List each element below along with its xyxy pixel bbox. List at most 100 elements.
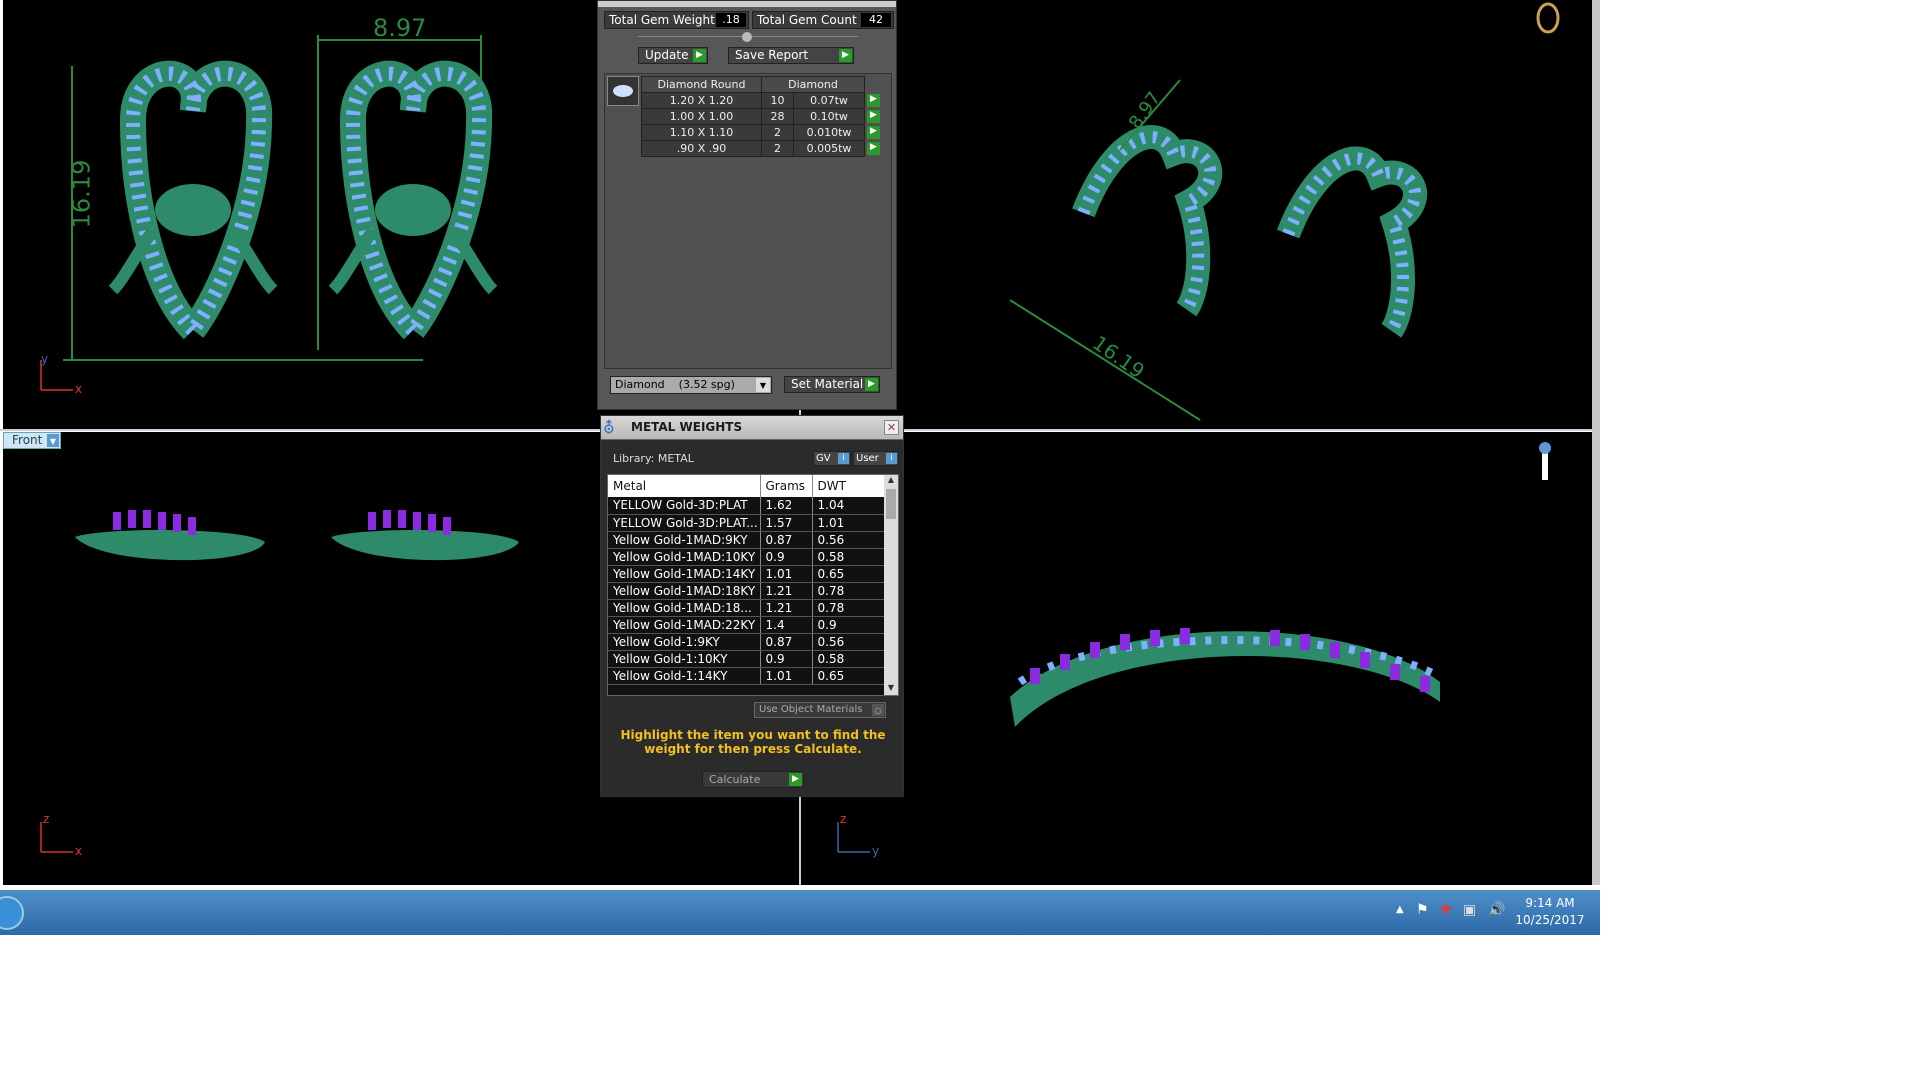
play-icon: ▶ bbox=[789, 773, 802, 786]
metal-dwt: 0.56 bbox=[812, 531, 885, 549]
save-report-label: Save Report bbox=[735, 48, 809, 62]
metal-name: Yellow Gold-1MAD:14KY bbox=[608, 565, 761, 583]
axis-x-label-front: x bbox=[75, 844, 83, 858]
metal-dwt: 0.65 bbox=[812, 667, 885, 685]
metal-list[interactable]: Metal Grams DWT YELLOW Gold-3D:PLAT 1.62 1.0… bbox=[607, 474, 899, 696]
metal-grams: 0.87 bbox=[760, 531, 813, 549]
col-metal[interactable]: Metal bbox=[608, 475, 761, 497]
table-row[interactable]: Yellow Gold-1MAD:9KY 0.87 0.56 bbox=[608, 531, 885, 549]
material-select[interactable]: Diamond (3.52 spg) ▼ bbox=[610, 376, 772, 394]
gem-weight: 0.010tw bbox=[793, 124, 865, 141]
toggle-icon: ○ bbox=[872, 704, 884, 716]
tray-expand-icon[interactable]: ▲ bbox=[1396, 904, 1404, 915]
total-gem-count-value: 42 bbox=[861, 13, 891, 27]
info-icon: i bbox=[838, 453, 849, 464]
axis-y-label: y bbox=[41, 352, 49, 366]
start-button[interactable] bbox=[0, 896, 24, 930]
metal-dwt: 0.9 bbox=[812, 616, 885, 634]
table-row[interactable]: Yellow Gold-1MAD:22KY 1.4 0.9 bbox=[608, 616, 885, 634]
earring-left bbox=[108, 60, 278, 340]
table-row[interactable]: Yellow Gold-1:9KY 0.87 0.56 bbox=[608, 633, 885, 651]
scroll-up-icon[interactable]: ▲ bbox=[884, 475, 898, 487]
gem-row[interactable]: .90 X .90 2 0.005tw bbox=[641, 140, 865, 157]
vertical-scrollbar[interactable]: ▲ ▼ bbox=[884, 475, 898, 695]
view-cube-icon[interactable] bbox=[1536, 2, 1560, 34]
view-selector-label: Front bbox=[12, 433, 43, 447]
table-row[interactable]: Yellow Gold-1MAD:18KY 1.21 0.78 bbox=[608, 582, 885, 600]
total-gem-weight-label: Total Gem Weight bbox=[609, 13, 715, 27]
metal-grams: 0.9 bbox=[760, 650, 813, 668]
table-row[interactable]: Yellow Gold-1:14KY 1.01 0.65 bbox=[608, 667, 885, 685]
use-object-materials-button[interactable]: Use Object Materials ○ bbox=[754, 702, 886, 718]
view-selector-front[interactable]: Front ▼ bbox=[3, 432, 61, 449]
scroll-thumb[interactable] bbox=[886, 489, 896, 519]
gem-row-1-select-icon[interactable]: ▶ bbox=[867, 110, 880, 123]
earring-right bbox=[328, 60, 498, 340]
set-material-label: Set Material bbox=[791, 377, 864, 391]
info-icon: i bbox=[886, 453, 897, 464]
panel-slider-handle[interactable] bbox=[742, 32, 752, 42]
user-button[interactable]: User i bbox=[853, 451, 899, 466]
security-icon[interactable]: ✚ bbox=[1440, 902, 1452, 918]
chevron-down-icon[interactable]: ▼ bbox=[47, 434, 59, 447]
gem-row[interactable]: 1.10 X 1.10 2 0.010tw bbox=[641, 124, 865, 141]
col-dwt[interactable]: DWT bbox=[812, 475, 885, 497]
table-row[interactable]: Yellow Gold-1MAD:14KY 1.01 0.65 bbox=[608, 565, 885, 583]
gem-row-3-select-icon[interactable]: ▶ bbox=[867, 142, 880, 155]
metal-dwt: 0.58 bbox=[812, 548, 885, 566]
panel-titlebar[interactable] bbox=[598, 1, 896, 7]
gem-row[interactable]: 1.20 X 1.20 10 0.07tw bbox=[641, 92, 865, 109]
metal-name: Yellow Gold-1:9KY bbox=[608, 633, 761, 651]
update-button-label: Update bbox=[645, 48, 689, 62]
set-material-button[interactable]: Set Material ▶ bbox=[784, 376, 880, 393]
metal-dwt: 0.65 bbox=[812, 565, 885, 583]
volume-icon[interactable]: 🔊 bbox=[1488, 902, 1505, 918]
gem-size: 1.00 X 1.00 bbox=[641, 108, 762, 125]
gem-weight: 0.10tw bbox=[793, 108, 865, 125]
gem-col-material: Diamond bbox=[761, 76, 865, 93]
metal-name: Yellow Gold-1MAD:9KY bbox=[608, 531, 761, 549]
calculate-label: Calculate bbox=[709, 773, 761, 786]
col-grams[interactable]: Grams bbox=[760, 475, 813, 497]
clock[interactable]: 9:14 AM 10/25/2017 bbox=[1514, 895, 1586, 929]
chevron-down-icon[interactable]: ▼ bbox=[756, 378, 770, 392]
user-label: User bbox=[856, 453, 879, 464]
metal-name: Yellow Gold-1:14KY bbox=[608, 667, 761, 685]
metal-dwt: 0.78 bbox=[812, 582, 885, 600]
gv-button[interactable]: GV i bbox=[813, 451, 851, 466]
metal-grams: 1.01 bbox=[760, 667, 813, 685]
clock-date: 10/25/2017 bbox=[1515, 913, 1585, 927]
table-row[interactable]: Yellow Gold-1MAD:10KY 0.9 0.58 bbox=[608, 548, 885, 566]
viewport-top-right[interactable]: 8.97 16.19 bbox=[800, 0, 1592, 430]
gem-row[interactable]: 1.00 X 1.00 28 0.10tw bbox=[641, 108, 865, 125]
calculate-hint: Highlight the item you want to find the … bbox=[620, 728, 886, 756]
diamond-round-icon bbox=[607, 76, 639, 106]
metal-name: Yellow Gold-1:10KY bbox=[608, 650, 761, 668]
gem-weight: 0.07tw bbox=[793, 92, 865, 109]
metal-table: Metal Grams DWT YELLOW Gold-3D:PLAT 1.62 1.0… bbox=[608, 475, 885, 685]
metal-grams: 1.62 bbox=[760, 497, 813, 515]
calculate-button[interactable]: Calculate ▶ bbox=[702, 771, 804, 788]
save-report-button[interactable]: Save Report ▶ bbox=[728, 47, 854, 64]
viewport-bottom-right[interactable]: y z bbox=[800, 432, 1592, 885]
gem-size: 1.20 X 1.20 bbox=[641, 92, 762, 109]
gem-row-0-select-icon[interactable]: ▶ bbox=[867, 94, 880, 107]
table-row[interactable]: YELLOW Gold-3D:PLAT... 1.57 1.01 bbox=[608, 514, 885, 532]
play-icon: ▶ bbox=[865, 378, 878, 391]
metal-name: YELLOW Gold-3D:PLAT... bbox=[608, 514, 761, 532]
gem-row-2-select-icon[interactable]: ▶ bbox=[867, 126, 880, 139]
dimension-width: 8.97 bbox=[373, 14, 427, 42]
light-icon[interactable] bbox=[1539, 442, 1551, 480]
table-row[interactable]: Yellow Gold-1:10KY 0.9 0.58 bbox=[608, 650, 885, 668]
update-button[interactable]: Update ▶ bbox=[638, 47, 708, 64]
scroll-down-icon[interactable]: ▼ bbox=[884, 683, 898, 695]
dimension-height: 16.19 bbox=[67, 159, 96, 229]
dialog-titlebar[interactable]: ⛢ METAL WEIGHTS ✕ bbox=[601, 416, 903, 440]
table-row[interactable]: Yellow Gold-1MAD:18... 1.21 0.78 bbox=[608, 599, 885, 617]
flag-icon[interactable]: ⚑ bbox=[1416, 902, 1429, 918]
network-icon[interactable]: ▣ bbox=[1463, 902, 1476, 918]
close-icon[interactable]: ✕ bbox=[884, 420, 899, 435]
gem-count: 2 bbox=[761, 124, 794, 141]
gv-label: GV bbox=[816, 453, 831, 464]
table-row[interactable]: YELLOW Gold-3D:PLAT 1.62 1.04 bbox=[608, 497, 885, 515]
